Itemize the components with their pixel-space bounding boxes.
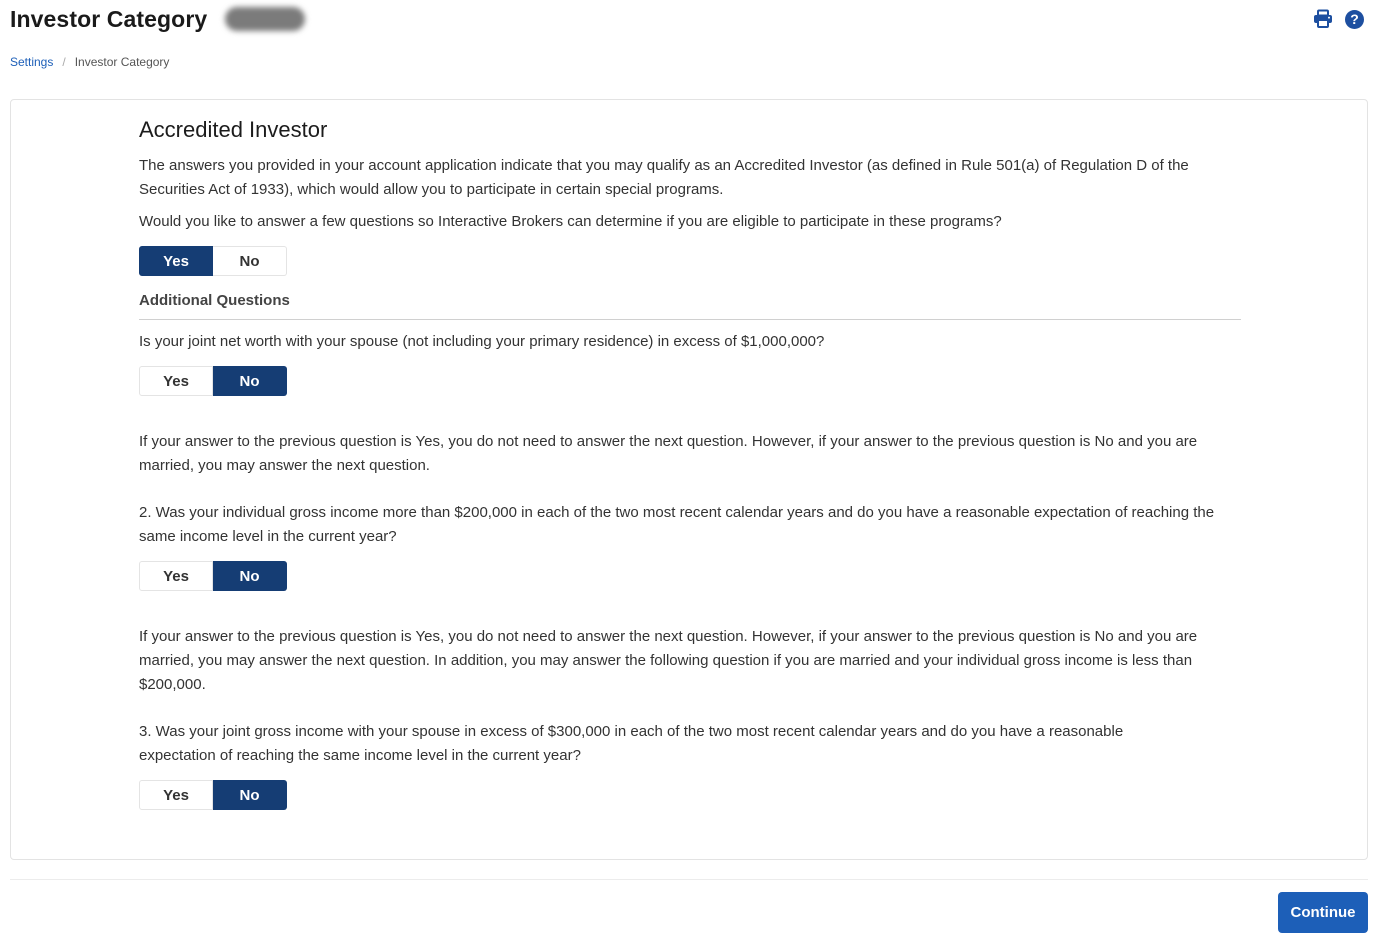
section-title: Accredited Investor bbox=[139, 117, 328, 142]
continue-button[interactable]: Continue bbox=[1278, 892, 1368, 933]
eligibility-yes-button[interactable]: Yes bbox=[139, 246, 213, 276]
q2-toggle: Yes No bbox=[139, 561, 287, 591]
q1-toggle: Yes No bbox=[139, 366, 287, 396]
redacted-account-badge bbox=[225, 7, 306, 31]
intro-text: The answers you provided in your account… bbox=[139, 157, 1189, 198]
header-actions: ? bbox=[1313, 9, 1364, 29]
q3-text: 3. Was your joint gross income with your… bbox=[139, 723, 1124, 764]
q3-yes-button[interactable]: Yes bbox=[139, 780, 213, 810]
print-icon[interactable] bbox=[1313, 9, 1333, 29]
form-card: Accredited Investor The answers you prov… bbox=[10, 99, 1368, 860]
eligibility-no-button[interactable]: No bbox=[213, 246, 287, 276]
eligibility-toggle: Yes No bbox=[139, 246, 287, 276]
q3-toggle: Yes No bbox=[139, 780, 287, 810]
q2-text: 2. Was your individual gross income more… bbox=[139, 504, 1215, 545]
note-1: If your answer to the previous question … bbox=[139, 433, 1198, 474]
q2-yes-button[interactable]: Yes bbox=[139, 561, 213, 591]
section-divider bbox=[139, 319, 1241, 320]
breadcrumb-current: Investor Category bbox=[74, 55, 170, 69]
additional-questions-heading: Additional Questions bbox=[139, 292, 290, 309]
q2-no-button[interactable]: No bbox=[213, 561, 287, 591]
breadcrumb-separator: / bbox=[62, 55, 66, 69]
breadcrumb-settings-link[interactable]: Settings bbox=[10, 55, 53, 69]
page-title: Investor Category bbox=[10, 5, 208, 32]
footer-divider bbox=[10, 879, 1368, 880]
note-2: If your answer to the previous question … bbox=[139, 628, 1198, 693]
eligibility-question: Would you like to answer a few questions… bbox=[139, 213, 1002, 230]
q3-no-button[interactable]: No bbox=[213, 780, 287, 810]
page-header: Investor Category bbox=[10, 4, 306, 34]
q1-yes-button[interactable]: Yes bbox=[139, 366, 213, 396]
q1-text: Is your joint net worth with your spouse… bbox=[139, 333, 825, 350]
q1-no-button[interactable]: No bbox=[213, 366, 287, 396]
help-icon[interactable]: ? bbox=[1345, 9, 1364, 29]
breadcrumb: Settings / Investor Category bbox=[10, 55, 169, 69]
